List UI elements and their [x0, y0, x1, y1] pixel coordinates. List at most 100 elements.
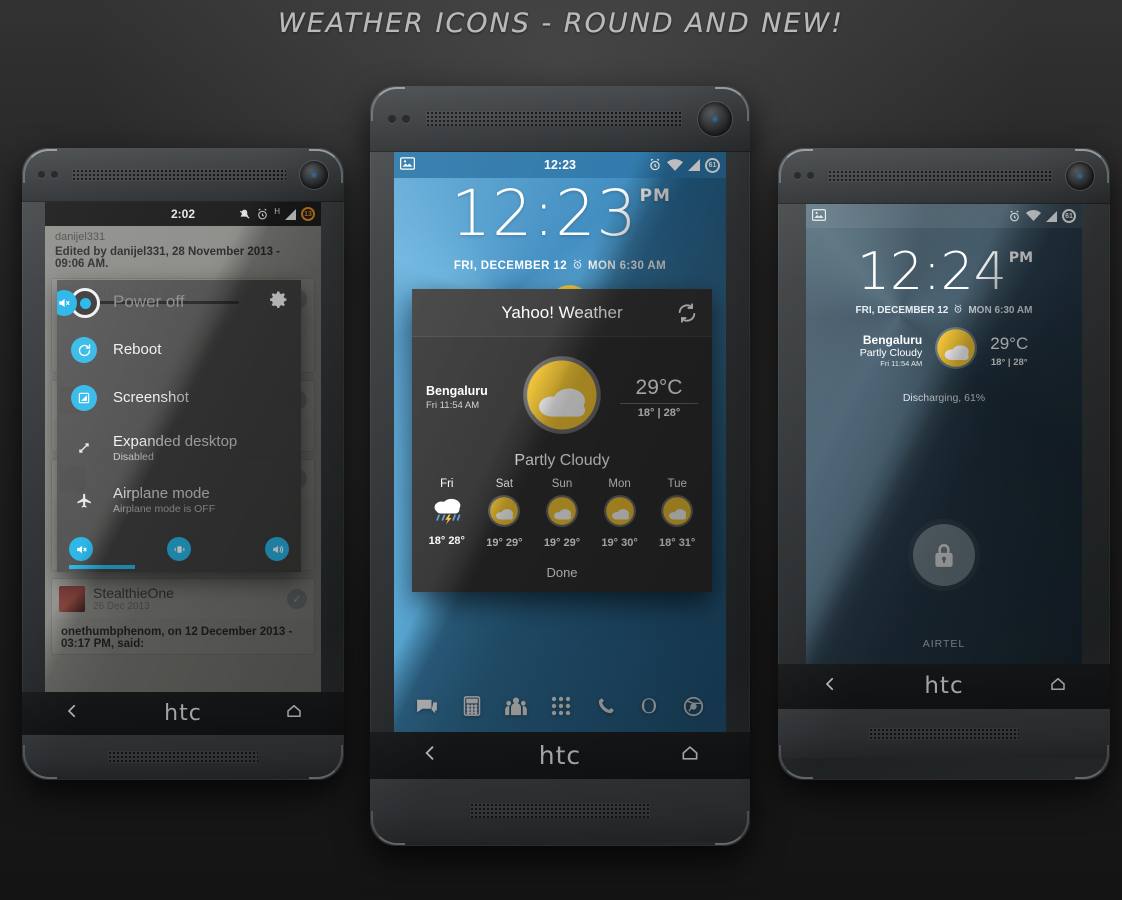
power-menu-item-expanded-desktop[interactable]: Expanded desktop Disabled: [57, 422, 301, 474]
dialog-condition: Partly Cloudy: [514, 452, 610, 469]
left-phone-screen: danijel331 Edited by danijel331, 28 Nove…: [45, 202, 321, 692]
dock: O: [394, 694, 726, 722]
home-icon[interactable]: [680, 743, 700, 768]
lockscreen-clock: 12:24 PM: [856, 242, 1034, 302]
forecast-day[interactable]: Sun 19° 29°: [536, 478, 588, 549]
htc-logo: htc: [164, 700, 202, 726]
power-menu-label: Expanded desktop: [113, 433, 238, 450]
proximity-sensor-icon: [38, 171, 45, 178]
thunderstorm-icon: [429, 498, 465, 530]
power-menu-item-reboot[interactable]: Reboot: [57, 326, 301, 374]
power-off-row[interactable]: Power off: [57, 280, 301, 326]
center-phone-bottom-bezel: [370, 778, 750, 842]
clock-date-row: FRI, DECEMBER 12 MON 6:30 AM: [806, 304, 1082, 317]
sensor-dots: [794, 172, 814, 179]
alarm-icon: [1010, 210, 1019, 221]
power-menu-sublabel: Airplane mode is OFF: [113, 503, 216, 515]
back-arrow-icon[interactable]: [420, 743, 440, 768]
back-arrow-icon[interactable]: [63, 702, 81, 725]
weather-dialog-current: Bengaluru Fri 11:54 AM 29°C 18° | 28°: [412, 337, 712, 448]
forecast-day[interactable]: Mon 19° 30°: [594, 478, 646, 549]
forecast-day[interactable]: Tue 18° 31°: [651, 478, 703, 549]
clock-date: FRI, DECEMBER 12: [855, 305, 949, 316]
weather-city: Bengaluru: [862, 333, 923, 347]
messages-icon[interactable]: [416, 697, 438, 720]
vibrate-icon[interactable]: [167, 537, 191, 561]
weather-dialog[interactable]: Yahoo! Weather Bengaluru Fri 11:54 AM 29…: [412, 289, 712, 592]
htc-logo: htc: [924, 673, 964, 699]
lock-icon[interactable]: [913, 524, 975, 586]
right-phone-screen: 61 12:24 PM FRI, DECEMBER 12 MON 6:30 AM …: [806, 204, 1082, 664]
forecast-row: Fri 18° 28° Sat 19° 29° Sun 19° 29° Mon …: [412, 478, 712, 549]
settings-icon[interactable]: [265, 288, 289, 317]
battery-status-text: Discharging, 61%: [902, 392, 986, 404]
carrier-label: AIRTEL: [922, 638, 966, 650]
forecast-day[interactable]: Fri 18° 28°: [421, 478, 473, 549]
alarm-icon: [572, 259, 583, 273]
volume-on-icon[interactable]: [265, 537, 289, 561]
front-camera-icon: [1066, 161, 1094, 190]
lockscreen-clock: 12:23 PM: [451, 177, 671, 250]
screenshot-icon: [71, 385, 97, 411]
proximity-sensor-icon: [794, 172, 801, 179]
dialog-range: 18° | 28°: [620, 403, 698, 419]
left-status-bar: 2:02 H 13: [45, 202, 321, 226]
power-menu[interactable]: Power off Reboot Screenshot Expanded des…: [57, 280, 301, 572]
center-status-bar: 12:23 61: [394, 152, 726, 178]
calculator-icon[interactable]: [463, 696, 481, 721]
weather-temp: 29°C: [990, 333, 1029, 353]
status-time: 12:23: [544, 158, 576, 172]
right-phone-top-bezel: [778, 148, 1110, 204]
left-phone-bottom-bezel: [22, 734, 344, 778]
partly-cloudy-icon: [660, 495, 694, 532]
earpiece-grille: [828, 169, 1052, 182]
power-menu-item-screenshot[interactable]: Screenshot: [57, 374, 301, 422]
app-drawer-icon[interactable]: [551, 696, 571, 721]
weather-dialog-header: Yahoo! Weather: [412, 289, 712, 337]
chrome-icon[interactable]: [683, 696, 704, 722]
left-phone-nav-bezel: htc: [22, 692, 344, 734]
power-menu-label: Reboot: [113, 341, 162, 358]
center-phone-screen: 12:23 61 12:23 PM FRI, DECEMBER 12 MON 6:…: [394, 152, 726, 732]
center-phone-nav-bezel: htc: [370, 732, 750, 778]
svg-text:O: O: [641, 695, 657, 717]
earpiece-grille: [426, 111, 682, 126]
home-icon[interactable]: [1049, 675, 1067, 698]
forecast-day[interactable]: Sat 19° 29°: [478, 478, 530, 549]
left-phone-top-bezel: [22, 148, 344, 202]
alarm-icon: [953, 304, 963, 317]
right-phone-nav-bezel: htc: [778, 664, 1110, 708]
lockscreen-weather-widget[interactable]: Bengaluru Partly Cloudy Fri 11:54 AM 29°…: [806, 324, 1082, 377]
weather-range: 18° | 28°: [990, 356, 1028, 368]
phone-icon[interactable]: [596, 696, 616, 721]
partly-cloudy-icon: [545, 495, 579, 532]
forecast-temps: 19° 29°: [543, 537, 581, 549]
forecast-day-name: Sat: [495, 478, 514, 490]
partly-cloudy-icon: [932, 324, 980, 377]
forecast-temps: 18° 31°: [659, 537, 696, 549]
volume-mute-icon[interactable]: [69, 537, 93, 561]
light-sensor-icon: [51, 171, 58, 178]
home-icon[interactable]: [285, 702, 303, 725]
done-button[interactable]: Done: [412, 549, 712, 592]
forecast-temps: 18° 28°: [428, 535, 465, 547]
power-menu-item-airplane-mode[interactable]: Airplane mode Airplane mode is OFF: [57, 474, 301, 526]
forecast-day-name: Fri: [440, 478, 454, 490]
weather-local-time: Fri 11:54 AM: [880, 359, 923, 368]
reboot-icon: [71, 337, 97, 363]
power-menu-sublabel: Disabled: [113, 451, 154, 463]
opera-icon[interactable]: O: [640, 694, 658, 722]
forecast-day-name: Sun: [551, 478, 573, 490]
back-arrow-icon[interactable]: [821, 675, 839, 698]
front-camera-icon: [698, 101, 732, 136]
right-status-bar: 61: [806, 204, 1082, 228]
light-sensor-icon: [807, 172, 814, 179]
partly-cloudy-icon: [603, 495, 637, 532]
people-icon[interactable]: [505, 696, 527, 721]
clock-alarm-time: MON 6:30 AM: [588, 260, 667, 272]
refresh-icon[interactable]: [676, 302, 698, 329]
dialog-city: Bengaluru: [426, 384, 488, 398]
image-icon: [812, 208, 826, 224]
power-menu-footer: [57, 526, 301, 572]
signal-icon: [1046, 210, 1057, 222]
